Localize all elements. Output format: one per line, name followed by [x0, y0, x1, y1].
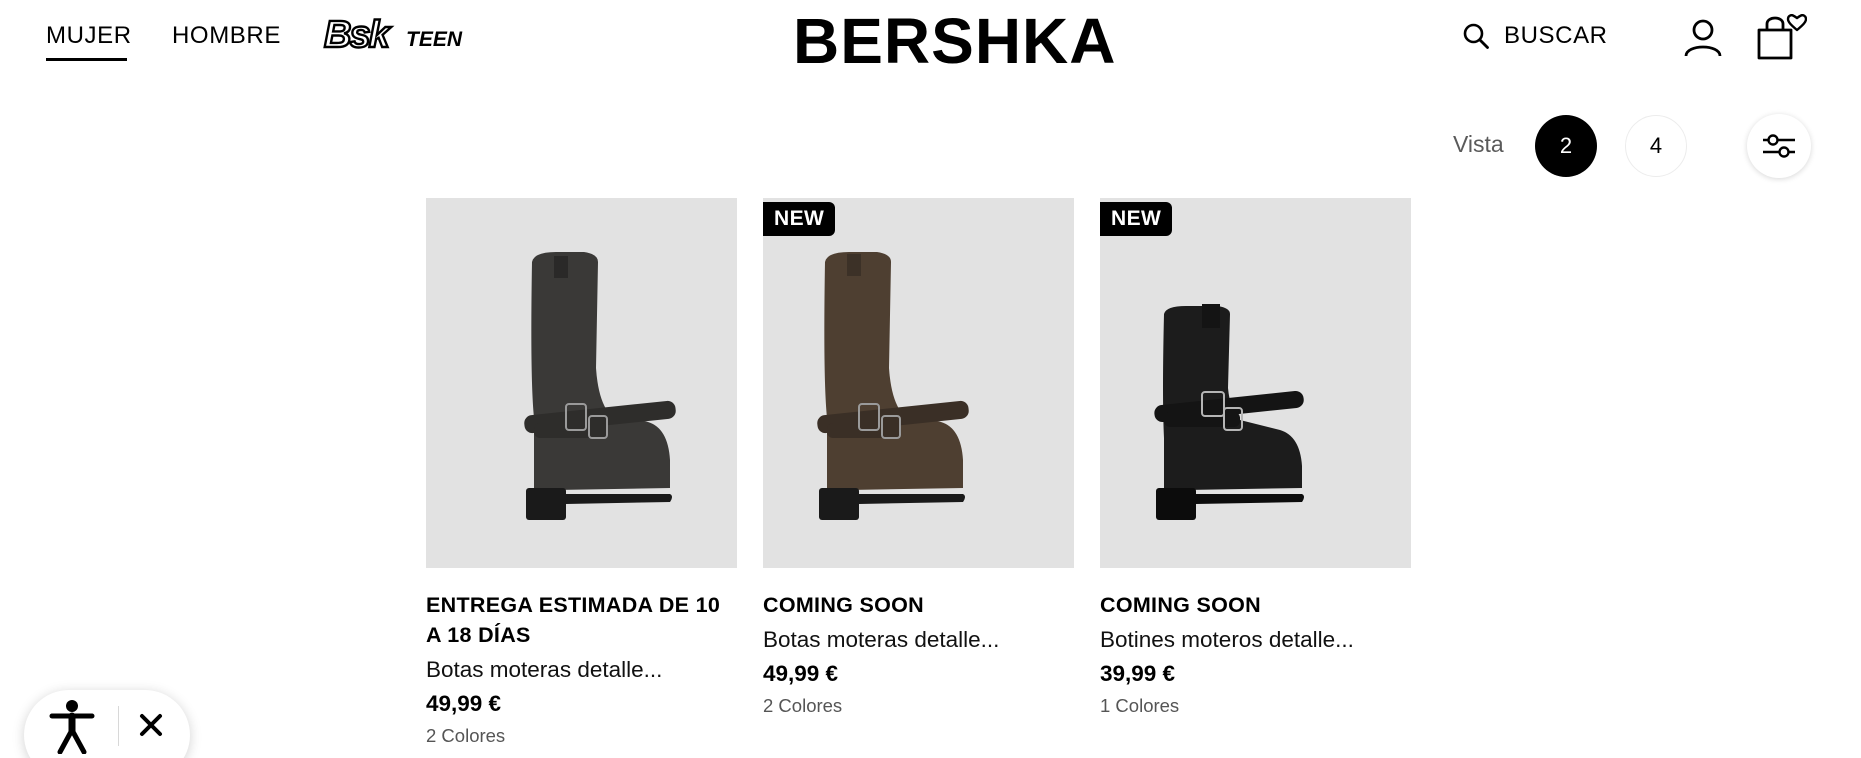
- product-name[interactable]: Botines moteros detalle...: [1100, 626, 1411, 654]
- product-status: COMING SOON: [1100, 593, 1261, 617]
- view-4-columns-button[interactable]: 4: [1625, 115, 1687, 177]
- search-button[interactable]: BUSCAR: [1462, 22, 1608, 50]
- product-status: ENTREGA ESTIMADA DE 10 A 18 DÍAS: [426, 593, 721, 647]
- active-nav-underline: [46, 58, 127, 61]
- product-card[interactable]: ENTREGA ESTIMADA DE 10 A 18 DÍAS Botas m…: [426, 198, 737, 748]
- svg-text:Bsk: Bsk: [324, 14, 392, 54]
- product-colors: 2 Colores: [763, 695, 843, 716]
- filter-sliders-icon: [1763, 134, 1795, 158]
- svg-text:TEEN: TEEN: [406, 28, 463, 51]
- product-image[interactable]: NEW: [763, 198, 1074, 568]
- new-badge: NEW: [1100, 202, 1173, 236]
- product-card[interactable]: NEW COMING SOON Botines moteros detalle.…: [1100, 198, 1411, 718]
- view-2-columns-button[interactable]: 2: [1535, 115, 1597, 177]
- widget-divider: [118, 706, 119, 746]
- nav-mujer[interactable]: MUJER: [46, 22, 132, 50]
- product-price: 49,99 €: [763, 661, 839, 686]
- product-image[interactable]: NEW: [1100, 198, 1411, 568]
- accessibility-widget: [24, 690, 190, 758]
- product-colors: 1 Colores: [1100, 695, 1180, 716]
- product-image[interactable]: [426, 198, 737, 568]
- product-card[interactable]: NEW COMING SOON Botas moteras detalle...…: [763, 198, 1074, 718]
- ankle-biker-boot-image: [1154, 304, 1304, 520]
- brand-logo[interactable]: BERSHKA: [793, 4, 1116, 78]
- tall-biker-boot-image: [524, 252, 676, 520]
- account-icon[interactable]: [1683, 18, 1723, 58]
- product-price: 39,99 €: [1100, 661, 1176, 686]
- new-badge: NEW: [763, 202, 836, 236]
- filter-button[interactable]: [1747, 114, 1811, 178]
- product-name[interactable]: Botas moteras detalle...: [426, 656, 737, 684]
- shopping-bag-heart-icon[interactable]: [1755, 14, 1807, 60]
- accessibility-person-icon[interactable]: [48, 698, 96, 754]
- tall-biker-boot-image: [817, 252, 969, 520]
- site-header: MUJER HOMBRE Bsk TEEN BERSHKA BUSCAR: [0, 0, 1861, 80]
- search-label: BUSCAR: [1504, 22, 1608, 49]
- view-label: Vista: [1453, 131, 1504, 157]
- search-icon: [1463, 23, 1489, 49]
- close-icon[interactable]: [136, 710, 166, 740]
- nav-hombre[interactable]: HOMBRE: [172, 22, 281, 50]
- product-name[interactable]: Botas moteras detalle...: [763, 626, 1074, 654]
- product-price: 49,99 €: [426, 691, 502, 716]
- bsk-teen-logo[interactable]: Bsk TEEN: [322, 14, 468, 54]
- product-colors: 2 Colores: [426, 725, 506, 746]
- product-status: COMING SOON: [763, 593, 924, 617]
